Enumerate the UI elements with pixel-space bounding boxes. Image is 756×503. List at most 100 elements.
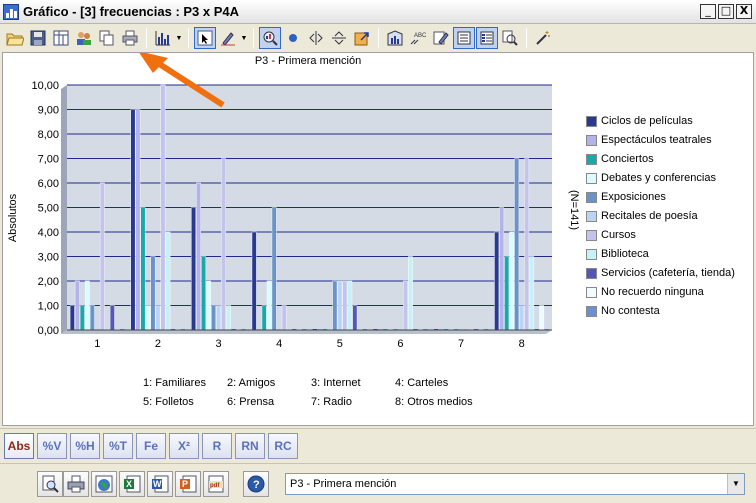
- mirror-vertical-icon[interactable]: [328, 27, 350, 49]
- legend-label: Cursos: [601, 229, 636, 241]
- bar: [337, 280, 343, 331]
- svg-text:pdf: pdf: [210, 483, 220, 489]
- variable-select[interactable]: P3 - Primera mención ▼: [285, 473, 745, 495]
- tab-abs[interactable]: Abs: [4, 432, 34, 459]
- svg-text:ABC: ABC: [414, 33, 427, 39]
- pdf-icon[interactable]: pdf: [203, 471, 229, 497]
- bar: [519, 305, 525, 331]
- y-tick-label: 8,00: [38, 129, 59, 141]
- bar: [135, 109, 141, 331]
- bar: [529, 256, 535, 331]
- legend-item: Servicios (cafetería, tienda): [586, 267, 735, 279]
- bar-chart-icon[interactable]: [152, 27, 174, 49]
- y-tick-label: 5,00: [38, 203, 59, 215]
- printer-icon[interactable]: [63, 471, 89, 497]
- legend-item: Conciertos: [586, 153, 654, 165]
- chart-type-dropdown-icon[interactable]: ▼: [175, 27, 183, 49]
- close-button[interactable]: X: [736, 4, 752, 19]
- chevron-down-icon[interactable]: ▼: [727, 474, 744, 494]
- dot-icon[interactable]: [282, 27, 304, 49]
- export-icon[interactable]: [351, 27, 373, 49]
- legend-swatch: [586, 172, 597, 184]
- tab-x[interactable]: X²: [169, 432, 199, 459]
- bar: [165, 231, 171, 331]
- legend-item: Cursos: [586, 229, 636, 241]
- pen-dropdown-icon[interactable]: ▼: [240, 27, 248, 49]
- category-legend-item: 8: Otros medios: [395, 396, 473, 408]
- category-legend-item: 2: Amigos: [227, 377, 276, 389]
- x-tick-label: 8: [519, 338, 525, 350]
- plot-floor: [61, 330, 552, 334]
- tab-v[interactable]: %V: [37, 432, 67, 459]
- legend-swatch: [586, 191, 597, 203]
- x-tick-label: 7: [458, 338, 464, 350]
- variable-select-value: P3 - Primera mención: [290, 478, 397, 490]
- bar: [99, 182, 105, 331]
- excel-icon[interactable]: X: [119, 471, 145, 497]
- legend-item: No contesta: [586, 305, 660, 317]
- legend-label: No contesta: [601, 305, 660, 317]
- tab-t[interactable]: %T: [103, 432, 133, 459]
- cursor-icon[interactable]: [194, 27, 216, 49]
- tab-rc[interactable]: RC: [268, 432, 298, 459]
- toolbar-separator: [526, 28, 527, 48]
- bar: [499, 207, 505, 331]
- word-icon[interactable]: W: [147, 471, 173, 497]
- y-tick-label: 7,00: [38, 154, 59, 166]
- legend-label: No recuerdo ninguna: [601, 286, 704, 298]
- bar: [150, 256, 156, 331]
- legend-label: Biblioteca: [601, 248, 649, 260]
- minimize-button[interactable]: _: [700, 4, 716, 19]
- y-tick-label: 0,00: [38, 325, 59, 337]
- bar: [251, 231, 257, 331]
- powerpoint-icon[interactable]: P: [175, 471, 201, 497]
- category-legend-item: 3: Internet: [311, 377, 361, 389]
- zoom-tool-icon[interactable]: [259, 27, 281, 49]
- legend-label: Recitales de poesía: [601, 210, 698, 222]
- find-icon[interactable]: [499, 27, 521, 49]
- toolbar-separator: [188, 28, 189, 48]
- mirror-horizontal-icon[interactable]: [305, 27, 327, 49]
- print-icon[interactable]: [119, 27, 141, 49]
- tab-rn[interactable]: RN: [235, 432, 265, 459]
- edit-icon[interactable]: [430, 27, 452, 49]
- tab-fe[interactable]: Fe: [136, 432, 166, 459]
- chart-settings-icon[interactable]: [384, 27, 406, 49]
- preview-icon[interactable]: [37, 471, 63, 497]
- bar: [109, 305, 115, 331]
- users-icon[interactable]: [73, 27, 95, 49]
- pen-icon[interactable]: [217, 27, 239, 49]
- chart-panel: P3 - Primera mención Absolutos (N=141) 0…: [2, 51, 754, 426]
- list-icon[interactable]: [453, 27, 475, 49]
- legend-label: Espectáculos teatrales: [601, 134, 712, 146]
- bar: [211, 305, 216, 331]
- bar: [221, 158, 226, 331]
- svg-text:P: P: [182, 479, 188, 489]
- title-bar[interactable]: Gráfico - [3] frecuencias : P3 x P4A _ □…: [0, 0, 756, 24]
- tab-r[interactable]: R: [202, 432, 232, 459]
- y-tick-label: 6,00: [38, 178, 59, 190]
- tab-h[interactable]: %H: [70, 432, 100, 459]
- save-icon[interactable]: [27, 27, 49, 49]
- table-icon[interactable]: [50, 27, 72, 49]
- wand-icon[interactable]: [532, 27, 554, 49]
- maximize-button[interactable]: □: [718, 4, 734, 19]
- x-tick-label: 5: [337, 338, 343, 350]
- help-icon[interactable]: ?: [243, 471, 269, 497]
- abc-icon[interactable]: ABC: [407, 27, 429, 49]
- bar: [514, 158, 520, 331]
- copy-icon[interactable]: [96, 27, 118, 49]
- legend-item: Ciclos de películas: [586, 115, 693, 127]
- legend-item: No recuerdo ninguna: [586, 286, 704, 298]
- svg-text:?: ?: [253, 479, 260, 491]
- open-icon[interactable]: [4, 27, 26, 49]
- list-active-icon[interactable]: [476, 27, 498, 49]
- category-legend-item: 5: Folletos: [143, 396, 194, 408]
- statistic-tabs: Abs %V %H %T Fe X² R RN RC: [0, 428, 756, 462]
- web-icon[interactable]: [91, 471, 117, 497]
- category-legend-item: 1: Familiares: [143, 377, 206, 389]
- legend-item: Biblioteca: [586, 248, 649, 260]
- toolbar: ▼ ▼ ABC: [0, 24, 756, 52]
- legend-label: Ciclos de películas: [601, 115, 693, 127]
- bar: [347, 280, 353, 331]
